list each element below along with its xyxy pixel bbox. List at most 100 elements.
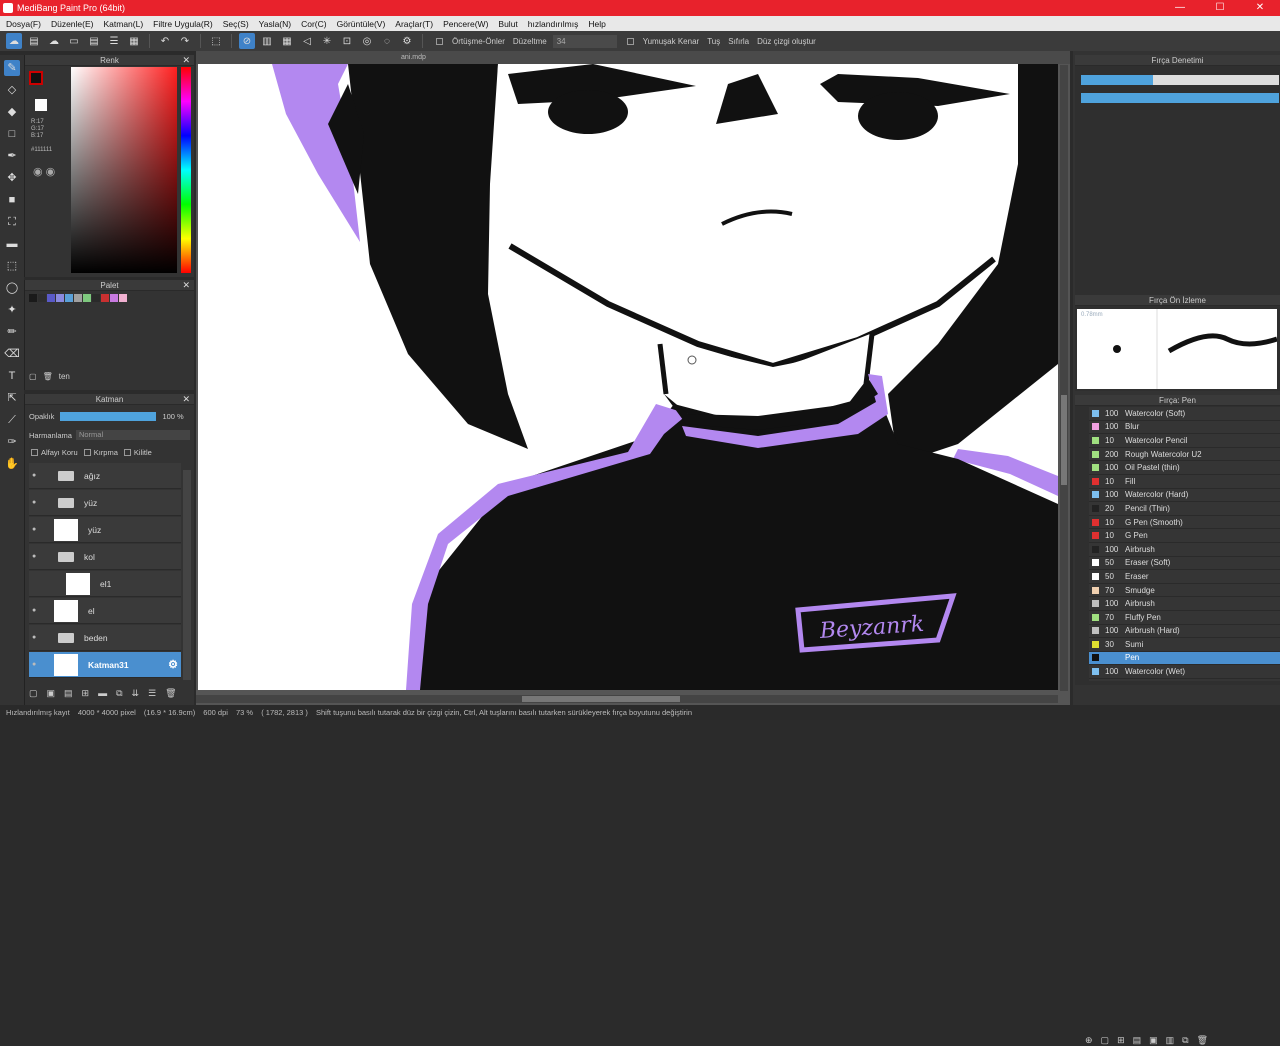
layer-row[interactable]: ● ağız	[29, 463, 181, 489]
layer-row[interactable]: el1	[29, 571, 181, 597]
brush-item[interactable]: 200Rough Watercolor U2	[1089, 448, 1280, 462]
operation-tool-icon[interactable]: ⇱	[4, 390, 20, 406]
brush-item[interactable]: 100Airbrush	[1089, 543, 1280, 557]
brush-item[interactable]: 20Pencil (Thin)	[1089, 502, 1280, 516]
close-button[interactable]: ✕	[1240, 0, 1280, 16]
brush-opacity-slider[interactable]	[1081, 93, 1279, 103]
menu-select[interactable]: Seç(S)	[223, 19, 249, 29]
brush-settings-icon[interactable]: ⊞	[1117, 1035, 1125, 1046]
menu-edit[interactable]: Düzenle(E)	[51, 19, 94, 29]
color-wheel-icon[interactable]: ◉	[33, 166, 43, 178]
protect-alpha-checkbox[interactable]	[31, 449, 38, 456]
shape-tool-icon[interactable]: □	[4, 126, 20, 142]
gradient-tool-icon[interactable]: ▬	[4, 236, 20, 252]
panel-close-icon[interactable]: ✕	[182, 280, 190, 291]
menu-window[interactable]: Pencere(W)	[443, 19, 488, 29]
visibility-icon[interactable]: ●	[32, 553, 44, 560]
brush-item[interactable]: 50Eraser (Soft)	[1089, 557, 1280, 571]
palette-swatch[interactable]	[110, 294, 118, 302]
minimize-button[interactable]: —	[1160, 0, 1200, 16]
rect-tool-icon[interactable]: ■	[4, 192, 20, 208]
magic-wand-icon[interactable]: ✦	[4, 302, 20, 318]
brush-tool-icon[interactable]: ▢	[1101, 1035, 1110, 1046]
delete-palette-icon[interactable]: 🗑	[43, 372, 53, 381]
document-tab[interactable]: ani.mdp	[196, 51, 1070, 64]
layer-row[interactable]: ● yüz	[29, 490, 181, 516]
palette-swatch[interactable]	[56, 294, 64, 302]
menu-snap[interactable]: Yasla(N)	[259, 19, 291, 29]
correction-field[interactable]: 34	[553, 35, 617, 48]
visibility-icon[interactable]: ●	[32, 634, 44, 641]
panel-close-icon[interactable]: ✕	[182, 394, 190, 405]
new-halftone-layer-icon[interactable]: ▣	[47, 688, 56, 699]
redo-icon[interactable]: ↷	[177, 33, 193, 49]
snap-settings-icon[interactable]: ⚙	[399, 33, 415, 49]
new-8bit-layer-icon[interactable]: ▤	[64, 688, 73, 699]
straight-line-button[interactable]: Düz çizgi oluştur	[757, 37, 816, 46]
page-icon[interactable]: ▤	[86, 33, 102, 49]
hand-tool-icon[interactable]: ✋	[4, 456, 20, 472]
brush-item[interactable]: 100Airbrush	[1089, 597, 1280, 611]
snap-curve-icon[interactable]: ◌	[379, 33, 395, 49]
visibility-icon[interactable]: ●	[32, 472, 44, 479]
brush-item[interactable]: 100Watercolor (Hard)	[1089, 489, 1280, 503]
brush-folder-icon[interactable]: ▤	[1133, 1035, 1142, 1046]
snap-perspective-icon[interactable]: ◁	[299, 33, 315, 49]
new-file-icon[interactable]: ▤	[26, 33, 42, 49]
lasso-tool-icon[interactable]: ◯	[4, 280, 20, 296]
brush-item[interactable]: 10Fill	[1089, 475, 1280, 489]
layer-row[interactable]: ● kol	[29, 544, 181, 570]
duplicate-layer-icon[interactable]: ⧉	[116, 688, 122, 699]
deselect-icon[interactable]: ⬚	[208, 33, 224, 49]
lock-checkbox[interactable]	[124, 449, 131, 456]
menu-layer[interactable]: Katman(L)	[103, 19, 143, 29]
palette-swatch[interactable]	[101, 294, 109, 302]
merge-down-icon[interactable]: ⇊	[132, 688, 140, 699]
palette-swatch[interactable]	[83, 294, 91, 302]
layer-row[interactable]: ● yüz	[29, 517, 181, 543]
divide-tool-icon[interactable]: ⟋	[4, 412, 20, 428]
brush-copy-icon[interactable]: ▣	[1149, 1035, 1158, 1046]
brush-item[interactable]: 70Fluffy Pen	[1089, 611, 1280, 625]
palette-swatch[interactable]	[65, 294, 73, 302]
menu-filter[interactable]: Filtre Uygula(R)	[153, 19, 213, 29]
brush-item[interactable]: 10Watercolor Pencil	[1089, 434, 1280, 448]
add-layer-menu-icon[interactable]: ⊞	[82, 688, 90, 699]
layer-row-selected[interactable]: ● Katman31 ⚙	[29, 652, 181, 678]
bucket-tool-icon[interactable]: ⛶	[4, 214, 20, 230]
snap-vanishing-icon[interactable]: ⊡	[339, 33, 355, 49]
panel-close-icon[interactable]: ✕	[182, 55, 190, 66]
hue-slider[interactable]	[181, 67, 191, 273]
eraser-tool-icon[interactable]: ◇	[4, 82, 20, 98]
scroll-thumb[interactable]	[1061, 395, 1067, 485]
palette-search-text[interactable]: ten	[59, 372, 70, 381]
saturation-value-picker[interactable]	[71, 67, 177, 273]
brush-item[interactable]: 100Oil Pastel (thin)	[1089, 461, 1280, 475]
layer-row[interactable]: ● beden	[29, 625, 181, 651]
menu-view[interactable]: Görüntüle(V)	[337, 19, 386, 29]
brush-item-selected[interactable]: Pen	[1089, 652, 1280, 666]
select-pen-icon[interactable]: ✏	[4, 324, 20, 340]
palette-swatch[interactable]	[74, 294, 82, 302]
new-folder-icon[interactable]: ▬	[98, 688, 107, 699]
foreground-color-swatch[interactable]	[29, 71, 43, 85]
canvas-horizontal-scrollbar[interactable]	[196, 695, 1058, 703]
list-icon[interactable]: ☰	[106, 33, 122, 49]
brush-item[interactable]: 30Sumi	[1089, 638, 1280, 652]
brush-item[interactable]: 50Eraser	[1089, 570, 1280, 584]
save-icon[interactable]: ▭	[66, 33, 82, 49]
brush-item[interactable]: 70Smudge	[1089, 584, 1280, 598]
palette-swatch[interactable]	[92, 294, 100, 302]
select-eraser-icon[interactable]: ⌫	[4, 346, 20, 362]
text-tool-icon[interactable]: T	[4, 368, 20, 384]
palette-swatch[interactable]	[119, 294, 127, 302]
menu-file[interactable]: Dosya(F)	[6, 19, 41, 29]
visibility-icon[interactable]: ●	[32, 607, 44, 614]
maximize-button[interactable]: ☐	[1200, 0, 1240, 16]
visibility-icon[interactable]: ●	[32, 661, 44, 668]
brush-item[interactable]: 100Watercolor (Soft)	[1089, 407, 1280, 421]
palette-swatch[interactable]	[29, 294, 37, 302]
hex-value[interactable]: #111111	[31, 147, 52, 153]
brush-cloud-icon[interactable]: ⧉	[1182, 1035, 1188, 1046]
color-slider-icon[interactable]: ◉	[46, 166, 56, 178]
